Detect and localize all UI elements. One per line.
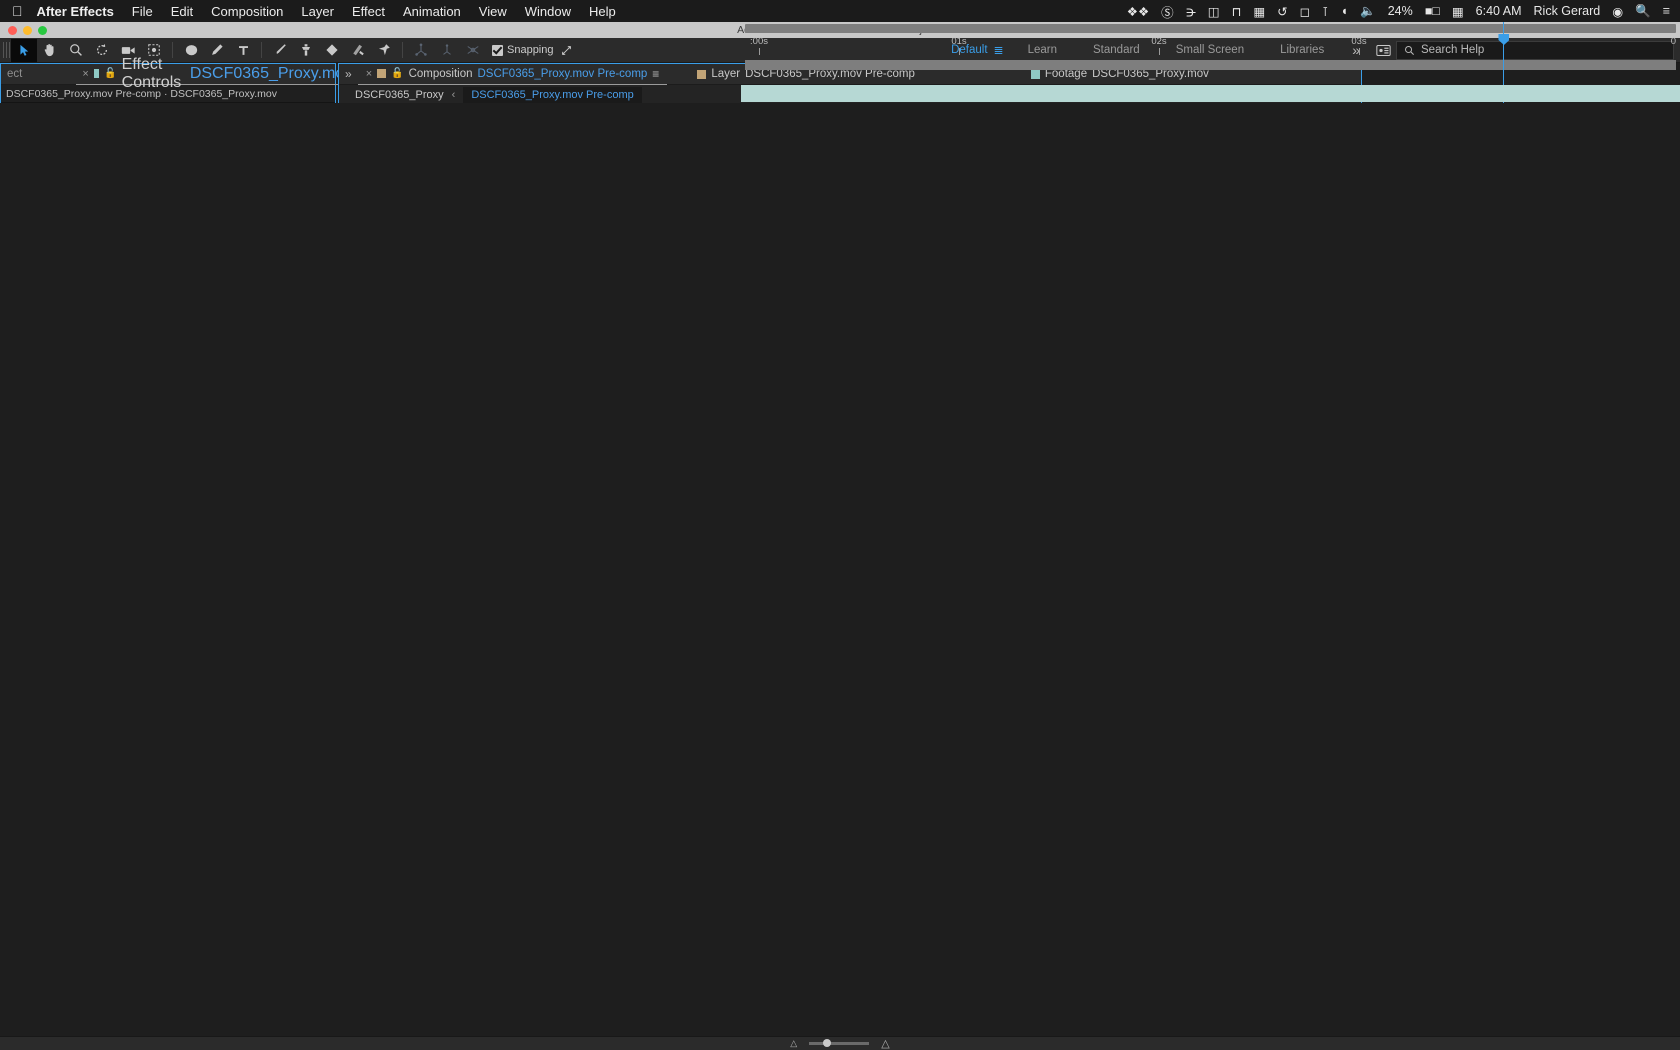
timeline-empty-area[interactable] xyxy=(0,103,1680,1036)
notification-center-icon[interactable]: ≡ xyxy=(1663,4,1670,18)
panel-color-swatch-icon xyxy=(93,69,100,78)
macos-status-items: ❖❖ Ⓢ 𝈁 ◫ ⊓ ▦ ↺ ◻ ⊺ ◖ 🔈 24% ■□ ▦ 6:40 AM … xyxy=(1127,0,1680,22)
zoom-out-timeline-icon[interactable]: △ xyxy=(790,1038,797,1049)
zoom-tool[interactable] xyxy=(63,39,89,62)
bluetooth-icon[interactable]: ⊺ xyxy=(1322,4,1329,19)
clock-label[interactable]: 6:40 AM xyxy=(1476,4,1522,18)
timeline-zoom-slider[interactable] xyxy=(809,1039,870,1047)
timeline-work-area[interactable] xyxy=(745,60,1676,70)
battery-icon[interactable]: ■□ xyxy=(1425,4,1440,18)
panel-color-swatch-icon xyxy=(377,69,387,78)
user-name-label[interactable]: Rick Gerard xyxy=(1534,4,1601,18)
menu-item-window[interactable]: Window xyxy=(525,4,571,19)
karabiner-icon[interactable]: ⊓ xyxy=(1232,4,1242,19)
axis-mode-view-icon[interactable] xyxy=(460,39,486,62)
type-tool[interactable] xyxy=(230,39,256,62)
menu-item-effect[interactable]: Effect xyxy=(352,4,385,19)
work-area-bar[interactable] xyxy=(745,24,1676,33)
snapping-label: Snapping xyxy=(507,44,554,56)
volume-icon[interactable]: 🔈 xyxy=(1360,4,1376,19)
tab-overflow-icon[interactable]: » xyxy=(339,67,358,81)
bartender-icon[interactable]: 𝈁 xyxy=(1186,0,1196,22)
timemachine-icon[interactable]: ↺ xyxy=(1277,4,1287,19)
hand-tool[interactable] xyxy=(37,39,63,62)
axis-mode-local-icon[interactable] xyxy=(434,39,460,62)
apple-logo-icon[interactable]:  xyxy=(12,3,23,19)
menu-item-file[interactable]: File xyxy=(132,4,153,19)
tab-layer-kind: Layer xyxy=(711,68,741,80)
eraser-tool[interactable] xyxy=(319,39,345,62)
breadcrumb-parent[interactable]: DSCF0365_Proxy xyxy=(355,89,444,101)
snapping-options-icon[interactable] xyxy=(554,39,580,62)
selection-tool[interactable] xyxy=(11,38,37,62)
calculator-icon[interactable]: ▦ xyxy=(1452,4,1464,19)
puppet-pin-tool[interactable] xyxy=(371,39,397,62)
battery-percent-label: 24% xyxy=(1387,4,1413,18)
macos-menu-bar:  After Effects File Edit Composition La… xyxy=(0,0,1680,22)
siri-icon[interactable]: ◉ xyxy=(1612,4,1623,19)
clone-stamp-tool[interactable] xyxy=(293,39,319,62)
toolbar-separator-2 xyxy=(261,42,262,58)
roto-brush-tool[interactable] xyxy=(345,39,371,62)
snapping-checkbox[interactable] xyxy=(492,44,503,56)
tab-composition-name: DSCF0365_Proxy.mov Pre-comp xyxy=(477,67,648,80)
airplay-icon[interactable]: ◻ xyxy=(1300,4,1310,19)
pen-tool[interactable] xyxy=(204,39,230,62)
menu-app-name[interactable]: After Effects xyxy=(37,4,114,19)
time-label-end: 0 xyxy=(1670,36,1676,47)
close-tab-icon[interactable]: × xyxy=(366,68,372,80)
breadcrumb-separator-icon: ‹ xyxy=(451,88,456,101)
effect-controls-tab-row: ect × 🔓 Effect Controls DSCF0365_Proxy.m… xyxy=(1,56,371,91)
spotlight-search-icon[interactable]: 🔍 xyxy=(1635,4,1651,19)
menu-item-animation[interactable]: Animation xyxy=(403,4,461,19)
creative-cloud-icon[interactable]: Ⓢ xyxy=(1161,2,1174,21)
effect-controls-file: DSCF0365_Proxy.mov xyxy=(189,64,353,82)
timeline-bottom-bar: △ △ xyxy=(0,1036,1680,1050)
battery-monitor-icon[interactable]: ◫ xyxy=(1208,4,1220,19)
effect-controls-title: Effect Controls xyxy=(121,55,182,91)
timeline-ruler[interactable]: :00s 01s 02s 03s 0 xyxy=(741,22,1680,74)
tab-effect-controls[interactable]: × 🔓 Effect Controls DSCF0365_Proxy.mov ≡ xyxy=(76,56,371,91)
time-label-1: 01s xyxy=(951,36,967,47)
display-icon[interactable]: ▦ xyxy=(1253,4,1265,19)
menu-item-layer[interactable]: Layer xyxy=(301,4,334,19)
panel-menu-icon[interactable]: ≡ xyxy=(652,67,659,81)
brush-tool[interactable] xyxy=(267,39,293,62)
timeline-tick-row: :00s 01s 02s 03s 0 xyxy=(745,36,1680,58)
menu-item-view[interactable]: View xyxy=(479,4,507,19)
project-tab-truncated[interactable]: ect xyxy=(7,68,22,80)
axis-mode-world-icon[interactable] xyxy=(408,39,434,62)
menu-item-composition[interactable]: Composition xyxy=(211,4,283,19)
toolbar-separator-3 xyxy=(402,42,403,58)
breadcrumb-current[interactable]: DSCF0365_Proxy.mov Pre-comp xyxy=(463,86,642,103)
tab-composition[interactable]: × 🔓 Composition DSCF0365_Proxy.mov Pre-c… xyxy=(357,64,668,85)
panel-color-swatch-icon xyxy=(697,69,707,79)
layer-duration-bar[interactable] xyxy=(741,85,1680,102)
time-label-0: :00s xyxy=(750,36,768,47)
toolbar-grip[interactable] xyxy=(3,42,11,58)
time-label-3: 03s xyxy=(1351,36,1367,47)
menu-item-help[interactable]: Help xyxy=(589,4,616,19)
lock-icon[interactable]: 🔓 xyxy=(391,68,403,79)
rotation-tool[interactable] xyxy=(89,39,115,62)
zoom-in-timeline-icon[interactable]: △ xyxy=(881,1037,889,1050)
tab-composition-kind: Composition xyxy=(408,67,473,80)
snapping-toggle[interactable]: Snapping xyxy=(492,44,554,56)
lock-icon[interactable]: 🔓 xyxy=(104,68,116,79)
time-label-2: 02s xyxy=(1151,36,1167,47)
timeline-panel: DSCF0365_Proxy × DSCF0365_Proxy.mov Pre-… xyxy=(0,22,1680,1050)
menu-item-edit[interactable]: Edit xyxy=(171,4,193,19)
timeline-zoom-knob[interactable] xyxy=(823,1039,832,1047)
dropbox-icon[interactable]: ❖❖ xyxy=(1127,4,1149,19)
wifi-icon[interactable]: ◖ xyxy=(1341,4,1349,18)
close-tab-icon[interactable]: × xyxy=(82,68,88,80)
